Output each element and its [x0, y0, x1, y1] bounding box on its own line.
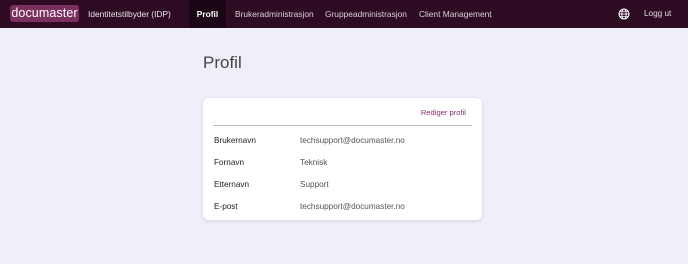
field-value: techsupport@documaster.no	[300, 202, 405, 211]
field-label: Fornavn	[214, 158, 245, 167]
field-label: E-post	[214, 202, 238, 211]
nav-brukeradministrasjon[interactable]: Brukeradministrasjon	[235, 0, 314, 28]
app-title: Identitetstilbyder (IDP)	[88, 9, 171, 19]
field-label: Brukernavn	[214, 136, 256, 145]
nav-profil[interactable]: Profil	[189, 0, 226, 28]
field-row-etternavn: Etternavn Support	[214, 180, 474, 192]
field-row-e-post: E-post techsupport@documaster.no	[214, 202, 474, 214]
nav-client-management[interactable]: Client Management	[419, 0, 492, 28]
field-row-fornavn: Fornavn Teknisk	[214, 158, 474, 170]
profile-card: Rediger profil Brukernavn techsupport@do…	[203, 98, 482, 220]
globe-icon[interactable]	[618, 8, 630, 20]
card-divider	[213, 125, 472, 126]
edit-profile-link[interactable]: Rediger profil	[421, 108, 466, 117]
field-value: Support	[300, 180, 329, 189]
field-value: Teknisk	[300, 158, 328, 167]
field-label: Etternavn	[214, 180, 250, 189]
logout-button[interactable]: Logg ut	[644, 0, 671, 28]
field-row-brukernavn: Brukernavn techsupport@documaster.no	[214, 136, 474, 148]
field-value: techsupport@documaster.no	[300, 136, 405, 145]
documaster-logo[interactable]: documaster	[10, 5, 79, 22]
top-navigation-bar: documaster Identitetstilbyder (IDP) Prof…	[0, 0, 688, 28]
page-title: Profil	[203, 53, 242, 72]
nav-gruppeadministrasjon[interactable]: Gruppeadministrasjon	[325, 0, 407, 28]
